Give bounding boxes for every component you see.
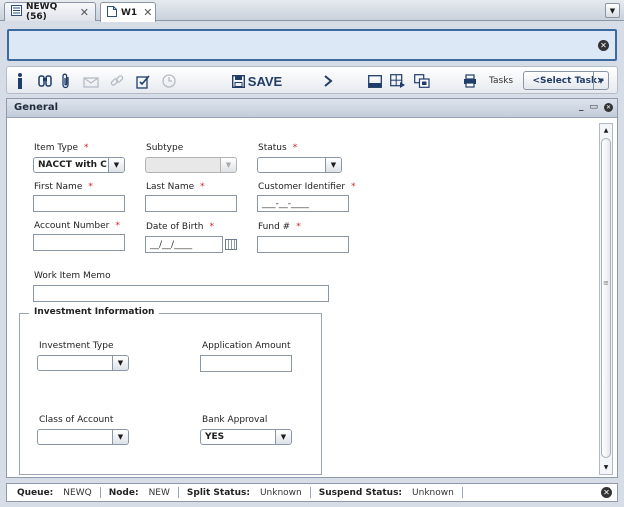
- vertical-scrollbar[interactable]: ▲ ≡ ▼: [599, 123, 613, 475]
- tab-menu-button[interactable]: ▼: [605, 3, 620, 18]
- subtype-select[interactable]: ▼: [145, 157, 237, 173]
- link-icon[interactable]: [109, 72, 125, 90]
- chevron-down-icon: ▼: [220, 158, 236, 172]
- printer-icon[interactable]: [462, 72, 478, 90]
- list-icon: [11, 5, 22, 19]
- queue-label: Queue:: [17, 487, 54, 498]
- tab-label: NEWQ (56): [26, 2, 58, 22]
- bank-approval-value: YES: [205, 432, 225, 442]
- status-label: Status *: [258, 143, 298, 153]
- investment-information-group: [19, 313, 322, 475]
- item-type-value: NACCT with C: [38, 160, 107, 170]
- status-bar: Queue: NEWQ Node: NEW Split Status: Unkn…: [6, 483, 618, 502]
- split-status-label: Split Status:: [186, 487, 250, 498]
- node-label: Node:: [108, 487, 139, 498]
- divider: [99, 487, 101, 498]
- divider: [461, 487, 463, 498]
- message-bar: ✕: [7, 29, 617, 61]
- status-select[interactable]: ▼: [257, 157, 342, 173]
- account-number-field[interactable]: [33, 234, 125, 251]
- save-button[interactable]: SAVE: [231, 72, 283, 90]
- investment-type-select[interactable]: ▼: [37, 355, 129, 371]
- work-item-memo-label: Work Item Memo: [34, 271, 111, 281]
- divider: [309, 487, 311, 498]
- chevron-down-icon: ▼: [325, 158, 341, 172]
- minimize-icon[interactable]: _: [579, 102, 584, 112]
- scroll-thumb[interactable]: [601, 138, 611, 458]
- chevron-down-icon: ▼: [108, 158, 124, 172]
- binoculars-icon[interactable]: [37, 72, 53, 90]
- customer-identifier-label: Customer Identifier *: [258, 182, 356, 192]
- grid-arrow-icon[interactable]: [389, 72, 407, 90]
- panel-bottom-icon[interactable]: [367, 72, 383, 90]
- bank-approval-label: Bank Approval: [202, 415, 268, 425]
- fund-field[interactable]: [257, 236, 349, 253]
- first-name-label: First Name *: [34, 182, 93, 192]
- tasks-text: Tasks: [489, 76, 514, 86]
- class-of-account-select[interactable]: ▼: [37, 429, 129, 445]
- last-name-field[interactable]: [145, 195, 237, 212]
- investment-type-label: Investment Type: [39, 341, 114, 351]
- date-of-birth-label: Date of Birth *: [146, 222, 215, 232]
- close-icon[interactable]: ✕: [80, 6, 89, 19]
- chevron-down-icon: ▼: [112, 356, 128, 370]
- tab-newq[interactable]: NEWQ (56) ✕: [4, 2, 96, 22]
- customer-identifier-field[interactable]: ___-__-____: [257, 195, 349, 212]
- windows-icon[interactable]: [413, 72, 431, 90]
- work-item-memo-field[interactable]: [33, 285, 329, 302]
- bank-approval-select[interactable]: YES ▼: [200, 429, 292, 445]
- suspend-status-label: Suspend Status:: [318, 487, 403, 498]
- scroll-down-icon[interactable]: ▼: [600, 461, 612, 473]
- application-amount-label: Application Amount: [202, 341, 291, 351]
- scroll-up-icon[interactable]: ▲: [600, 124, 612, 136]
- divider: [177, 487, 179, 498]
- calendar-icon[interactable]: [225, 239, 237, 250]
- panel-header: General _ ▭ ✕: [7, 99, 617, 118]
- save-label: SAVE: [247, 73, 283, 89]
- date-of-birth-field[interactable]: __/__/____: [145, 236, 223, 253]
- paperclip-icon[interactable]: [59, 72, 73, 90]
- application-amount-field[interactable]: [200, 355, 292, 372]
- tab-bar: NEWQ (56) ✕ W1 ✕ ▼: [0, 0, 624, 22]
- close-icon[interactable]: ✕: [601, 487, 612, 498]
- close-icon[interactable]: ✕: [604, 103, 613, 112]
- tasks-label: Tasks: [489, 72, 513, 90]
- last-name-label: Last Name *: [146, 182, 205, 192]
- tab-w1[interactable]: W1 ✕: [100, 2, 156, 22]
- node-value: NEW: [148, 487, 170, 498]
- tab-label: W1: [121, 7, 138, 18]
- first-name-field[interactable]: [33, 195, 125, 212]
- mail-icon[interactable]: [82, 72, 100, 90]
- chevron-down-icon: ▼: [593, 72, 608, 89]
- restore-icon[interactable]: ▭: [589, 102, 598, 112]
- checklist-icon[interactable]: [135, 72, 152, 90]
- close-icon[interactable]: ✕: [143, 6, 152, 19]
- floppy-disk-icon: [231, 74, 245, 88]
- class-of-account-label: Class of Account: [39, 415, 114, 425]
- grip-icon: ≡: [603, 279, 609, 287]
- fund-label: Fund # *: [258, 222, 301, 232]
- clock-icon[interactable]: [161, 72, 177, 90]
- item-type-label: Item Type *: [34, 143, 89, 153]
- investment-information-legend: Investment Information: [29, 307, 160, 317]
- chevron-down-icon: ▼: [275, 430, 291, 444]
- account-number-label: Account Number *: [34, 221, 120, 231]
- split-status-value: Unknown: [259, 487, 302, 498]
- info-icon[interactable]: [14, 72, 26, 90]
- panel-title: General: [14, 102, 58, 113]
- subtype-label: Subtype: [146, 143, 184, 153]
- toolbar: SAVE Tasks <Select Task> ▼: [6, 66, 618, 94]
- panel-controls: _ ▭ ✕: [579, 102, 613, 112]
- document-icon: [107, 5, 117, 20]
- general-panel: General _ ▭ ✕ Item Type * NACCT with C ▼ …: [6, 98, 618, 478]
- chevron-down-icon: ▼: [112, 430, 128, 444]
- suspend-status-value: Unknown: [412, 487, 454, 498]
- sigma-icon[interactable]: [322, 72, 334, 90]
- task-select[interactable]: <Select Task> ▼: [523, 71, 609, 90]
- item-type-select[interactable]: NACCT with C ▼: [33, 157, 125, 173]
- close-icon[interactable]: ✕: [598, 40, 609, 51]
- queue-value: NEWQ: [63, 487, 92, 498]
